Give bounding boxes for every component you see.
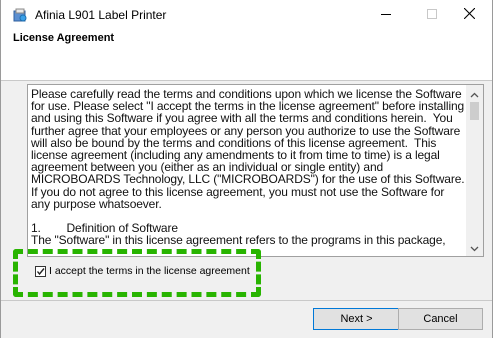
scroll-down-arrow[interactable] [466,239,483,256]
close-button[interactable] [447,0,492,30]
license-scrollbar[interactable] [466,85,483,256]
next-button[interactable]: Next > [313,308,400,330]
chevron-down-icon [470,241,479,255]
minimize-icon [380,8,391,22]
chevron-up-icon [470,87,479,101]
footer-divider [1,300,492,301]
maximize-icon [426,8,437,22]
scroll-up-arrow[interactable] [466,85,483,102]
title-bar[interactable]: Afinia L901 Label Printer [1,0,492,30]
page-title: License Agreement [13,32,115,44]
minimize-button[interactable] [363,0,408,30]
highlight-annotation [13,249,261,297]
installer-window: Afinia L901 Label Printer License Agreem… [0,0,493,338]
license-text-box[interactable]: Please carefully read the terms and cond… [27,84,484,257]
installer-icon [12,7,28,23]
scroll-thumb[interactable] [470,102,479,120]
license-text: Please carefully read the terms and cond… [31,87,465,248]
close-icon [463,7,476,22]
cancel-button[interactable]: Cancel [398,308,483,330]
wizard-header: License Agreement [1,30,492,81]
window-title: Afinia L901 Label Printer [35,8,167,22]
